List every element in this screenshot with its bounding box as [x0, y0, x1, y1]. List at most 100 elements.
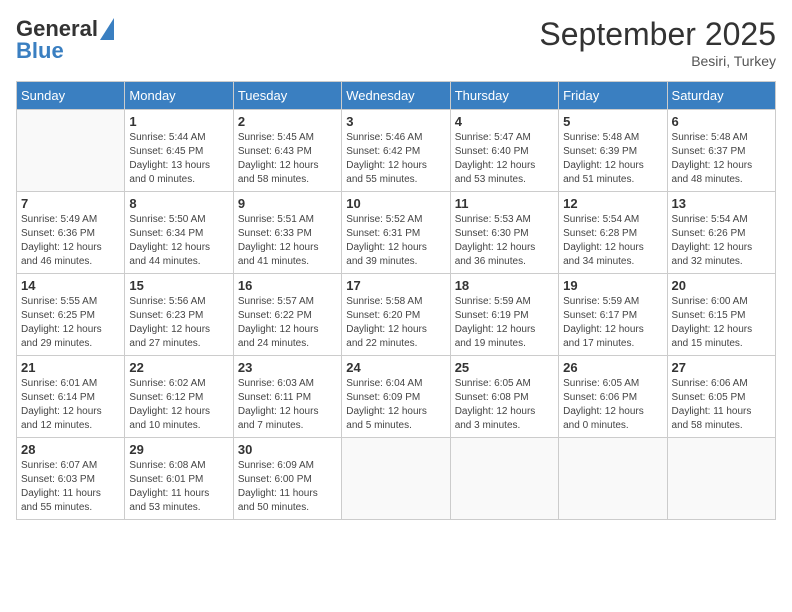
day-info: Sunrise: 5:45 AM Sunset: 6:43 PM Dayligh… [238, 131, 337, 187]
calendar-cell: 18 Sunrise: 5:59 AM Sunset: 6:19 PM Dayli… [450, 274, 558, 356]
day-info: Sunrise: 5:48 AM Sunset: 6:39 PM Dayligh… [563, 131, 662, 187]
day-info: Sunrise: 5:59 AM Sunset: 6:17 PM Dayligh… [563, 295, 662, 351]
calendar-week-5: 28Sunrise: 6:07 AM Sunset: 6:03 PM Dayli… [17, 438, 776, 520]
calendar-cell: 15 Sunrise: 5:56 AM Sunset: 6:23 PM Dayli… [125, 274, 233, 356]
day-number: 18 [455, 278, 554, 293]
day-info: Sunrise: 5:44 AM Sunset: 6:45 PM Dayligh… [129, 131, 228, 187]
day-header-sunday: Sunday [17, 82, 125, 110]
day-info: Sunrise: 5:54 AM Sunset: 6:26 PM Dayligh… [672, 213, 771, 269]
day-info: Sunrise: 5:53 AM Sunset: 6:30 PM Dayligh… [455, 213, 554, 269]
calendar-cell: 24 Sunrise: 6:04 AM Sunset: 6:09 PM Dayli… [342, 356, 450, 438]
calendar-cell: 26 Sunrise: 6:05 AM Sunset: 6:06 PM Dayli… [559, 356, 667, 438]
day-number: 14 [21, 278, 120, 293]
day-number: 15 [129, 278, 228, 293]
calendar-cell: 13 Sunrise: 5:54 AM Sunset: 6:26 PM Dayli… [667, 192, 775, 274]
day-info: Sunrise: 5:48 AM Sunset: 6:37 PM Dayligh… [672, 131, 771, 187]
day-info: Sunrise: 5:58 AM Sunset: 6:20 PM Dayligh… [346, 295, 445, 351]
calendar-table: SundayMondayTuesdayWednesdayThursdayFrid… [16, 81, 776, 520]
calendar-header-row: SundayMondayTuesdayWednesdayThursdayFrid… [17, 82, 776, 110]
calendar-cell [450, 438, 558, 520]
day-header-friday: Friday [559, 82, 667, 110]
day-header-thursday: Thursday [450, 82, 558, 110]
day-number: 5 [563, 114, 662, 129]
day-info: Sunrise: 6:08 AM Sunset: 6:01 PM Dayligh… [129, 459, 228, 515]
calendar-cell: 20 Sunrise: 6:00 AM Sunset: 6:15 PM Dayli… [667, 274, 775, 356]
day-header-tuesday: Tuesday [233, 82, 341, 110]
logo: General Blue [16, 16, 114, 64]
month-title: September 2025 [539, 16, 776, 53]
day-number: 23 [238, 360, 337, 375]
day-info: Sunrise: 5:55 AM Sunset: 6:25 PM Dayligh… [21, 295, 120, 351]
day-number: 17 [346, 278, 445, 293]
day-info: Sunrise: 6:09 AM Sunset: 6:00 PM Dayligh… [238, 459, 337, 515]
day-info: Sunrise: 5:59 AM Sunset: 6:19 PM Dayligh… [455, 295, 554, 351]
calendar-cell: 27Sunrise: 6:06 AM Sunset: 6:05 PM Dayli… [667, 356, 775, 438]
day-info: Sunrise: 6:07 AM Sunset: 6:03 PM Dayligh… [21, 459, 120, 515]
day-number: 6 [672, 114, 771, 129]
day-info: Sunrise: 6:04 AM Sunset: 6:09 PM Dayligh… [346, 377, 445, 433]
day-number: 4 [455, 114, 554, 129]
day-info: Sunrise: 6:05 AM Sunset: 6:06 PM Dayligh… [563, 377, 662, 433]
day-number: 1 [129, 114, 228, 129]
day-number: 16 [238, 278, 337, 293]
calendar-cell: 30 Sunrise: 6:09 AM Sunset: 6:00 PM Dayli… [233, 438, 341, 520]
day-number: 9 [238, 196, 337, 211]
logo-icon [100, 18, 114, 40]
calendar-cell: 11 Sunrise: 5:53 AM Sunset: 6:30 PM Dayli… [450, 192, 558, 274]
calendar-cell: 16 Sunrise: 5:57 AM Sunset: 6:22 PM Dayli… [233, 274, 341, 356]
day-info: Sunrise: 5:52 AM Sunset: 6:31 PM Dayligh… [346, 213, 445, 269]
day-number: 20 [672, 278, 771, 293]
title-area: September 2025 Besiri, Turkey [539, 16, 776, 69]
day-info: Sunrise: 5:46 AM Sunset: 6:42 PM Dayligh… [346, 131, 445, 187]
calendar-cell: 28Sunrise: 6:07 AM Sunset: 6:03 PM Dayli… [17, 438, 125, 520]
calendar-cell: 2Sunrise: 5:45 AM Sunset: 6:43 PM Daylig… [233, 110, 341, 192]
day-header-monday: Monday [125, 82, 233, 110]
calendar-cell: 6 Sunrise: 5:48 AM Sunset: 6:37 PM Daylig… [667, 110, 775, 192]
calendar-cell: 7 Sunrise: 5:49 AM Sunset: 6:36 PM Daylig… [17, 192, 125, 274]
day-number: 11 [455, 196, 554, 211]
day-info: Sunrise: 5:49 AM Sunset: 6:36 PM Dayligh… [21, 213, 120, 269]
calendar-cell: 19 Sunrise: 5:59 AM Sunset: 6:17 PM Dayli… [559, 274, 667, 356]
day-info: Sunrise: 6:00 AM Sunset: 6:15 PM Dayligh… [672, 295, 771, 351]
day-number: 29 [129, 442, 228, 457]
calendar-cell [667, 438, 775, 520]
day-number: 19 [563, 278, 662, 293]
day-number: 24 [346, 360, 445, 375]
calendar-week-1: 1 Sunrise: 5:44 AM Sunset: 6:45 PM Daylig… [17, 110, 776, 192]
calendar-cell [17, 110, 125, 192]
calendar-week-3: 14 Sunrise: 5:55 AM Sunset: 6:25 PM Dayli… [17, 274, 776, 356]
calendar-cell: 25Sunrise: 6:05 AM Sunset: 6:08 PM Dayli… [450, 356, 558, 438]
day-header-saturday: Saturday [667, 82, 775, 110]
location: Besiri, Turkey [539, 53, 776, 69]
day-number: 8 [129, 196, 228, 211]
day-number: 26 [563, 360, 662, 375]
day-info: Sunrise: 5:51 AM Sunset: 6:33 PM Dayligh… [238, 213, 337, 269]
calendar-cell [342, 438, 450, 520]
day-number: 13 [672, 196, 771, 211]
day-header-wednesday: Wednesday [342, 82, 450, 110]
page-header: General Blue September 2025 Besiri, Turk… [16, 16, 776, 69]
calendar-cell: 29 Sunrise: 6:08 AM Sunset: 6:01 PM Dayli… [125, 438, 233, 520]
calendar-cell: 8Sunrise: 5:50 AM Sunset: 6:34 PM Daylig… [125, 192, 233, 274]
day-info: Sunrise: 6:01 AM Sunset: 6:14 PM Dayligh… [21, 377, 120, 433]
day-number: 27 [672, 360, 771, 375]
day-info: Sunrise: 5:47 AM Sunset: 6:40 PM Dayligh… [455, 131, 554, 187]
calendar-cell: 23Sunrise: 6:03 AM Sunset: 6:11 PM Dayli… [233, 356, 341, 438]
day-number: 7 [21, 196, 120, 211]
calendar-cell: 1 Sunrise: 5:44 AM Sunset: 6:45 PM Daylig… [125, 110, 233, 192]
day-info: Sunrise: 5:56 AM Sunset: 6:23 PM Dayligh… [129, 295, 228, 351]
calendar-cell: 14 Sunrise: 5:55 AM Sunset: 6:25 PM Dayli… [17, 274, 125, 356]
calendar-cell: 3Sunrise: 5:46 AM Sunset: 6:42 PM Daylig… [342, 110, 450, 192]
day-number: 12 [563, 196, 662, 211]
calendar-week-4: 21Sunrise: 6:01 AM Sunset: 6:14 PM Dayli… [17, 356, 776, 438]
day-info: Sunrise: 5:54 AM Sunset: 6:28 PM Dayligh… [563, 213, 662, 269]
calendar-cell: 17 Sunrise: 5:58 AM Sunset: 6:20 PM Dayli… [342, 274, 450, 356]
calendar-cell: 22Sunrise: 6:02 AM Sunset: 6:12 PM Dayli… [125, 356, 233, 438]
day-number: 30 [238, 442, 337, 457]
day-number: 22 [129, 360, 228, 375]
calendar-cell: 12 Sunrise: 5:54 AM Sunset: 6:28 PM Dayli… [559, 192, 667, 274]
calendar-cell: 9 Sunrise: 5:51 AM Sunset: 6:33 PM Daylig… [233, 192, 341, 274]
calendar-cell [559, 438, 667, 520]
day-number: 10 [346, 196, 445, 211]
day-info: Sunrise: 5:57 AM Sunset: 6:22 PM Dayligh… [238, 295, 337, 351]
